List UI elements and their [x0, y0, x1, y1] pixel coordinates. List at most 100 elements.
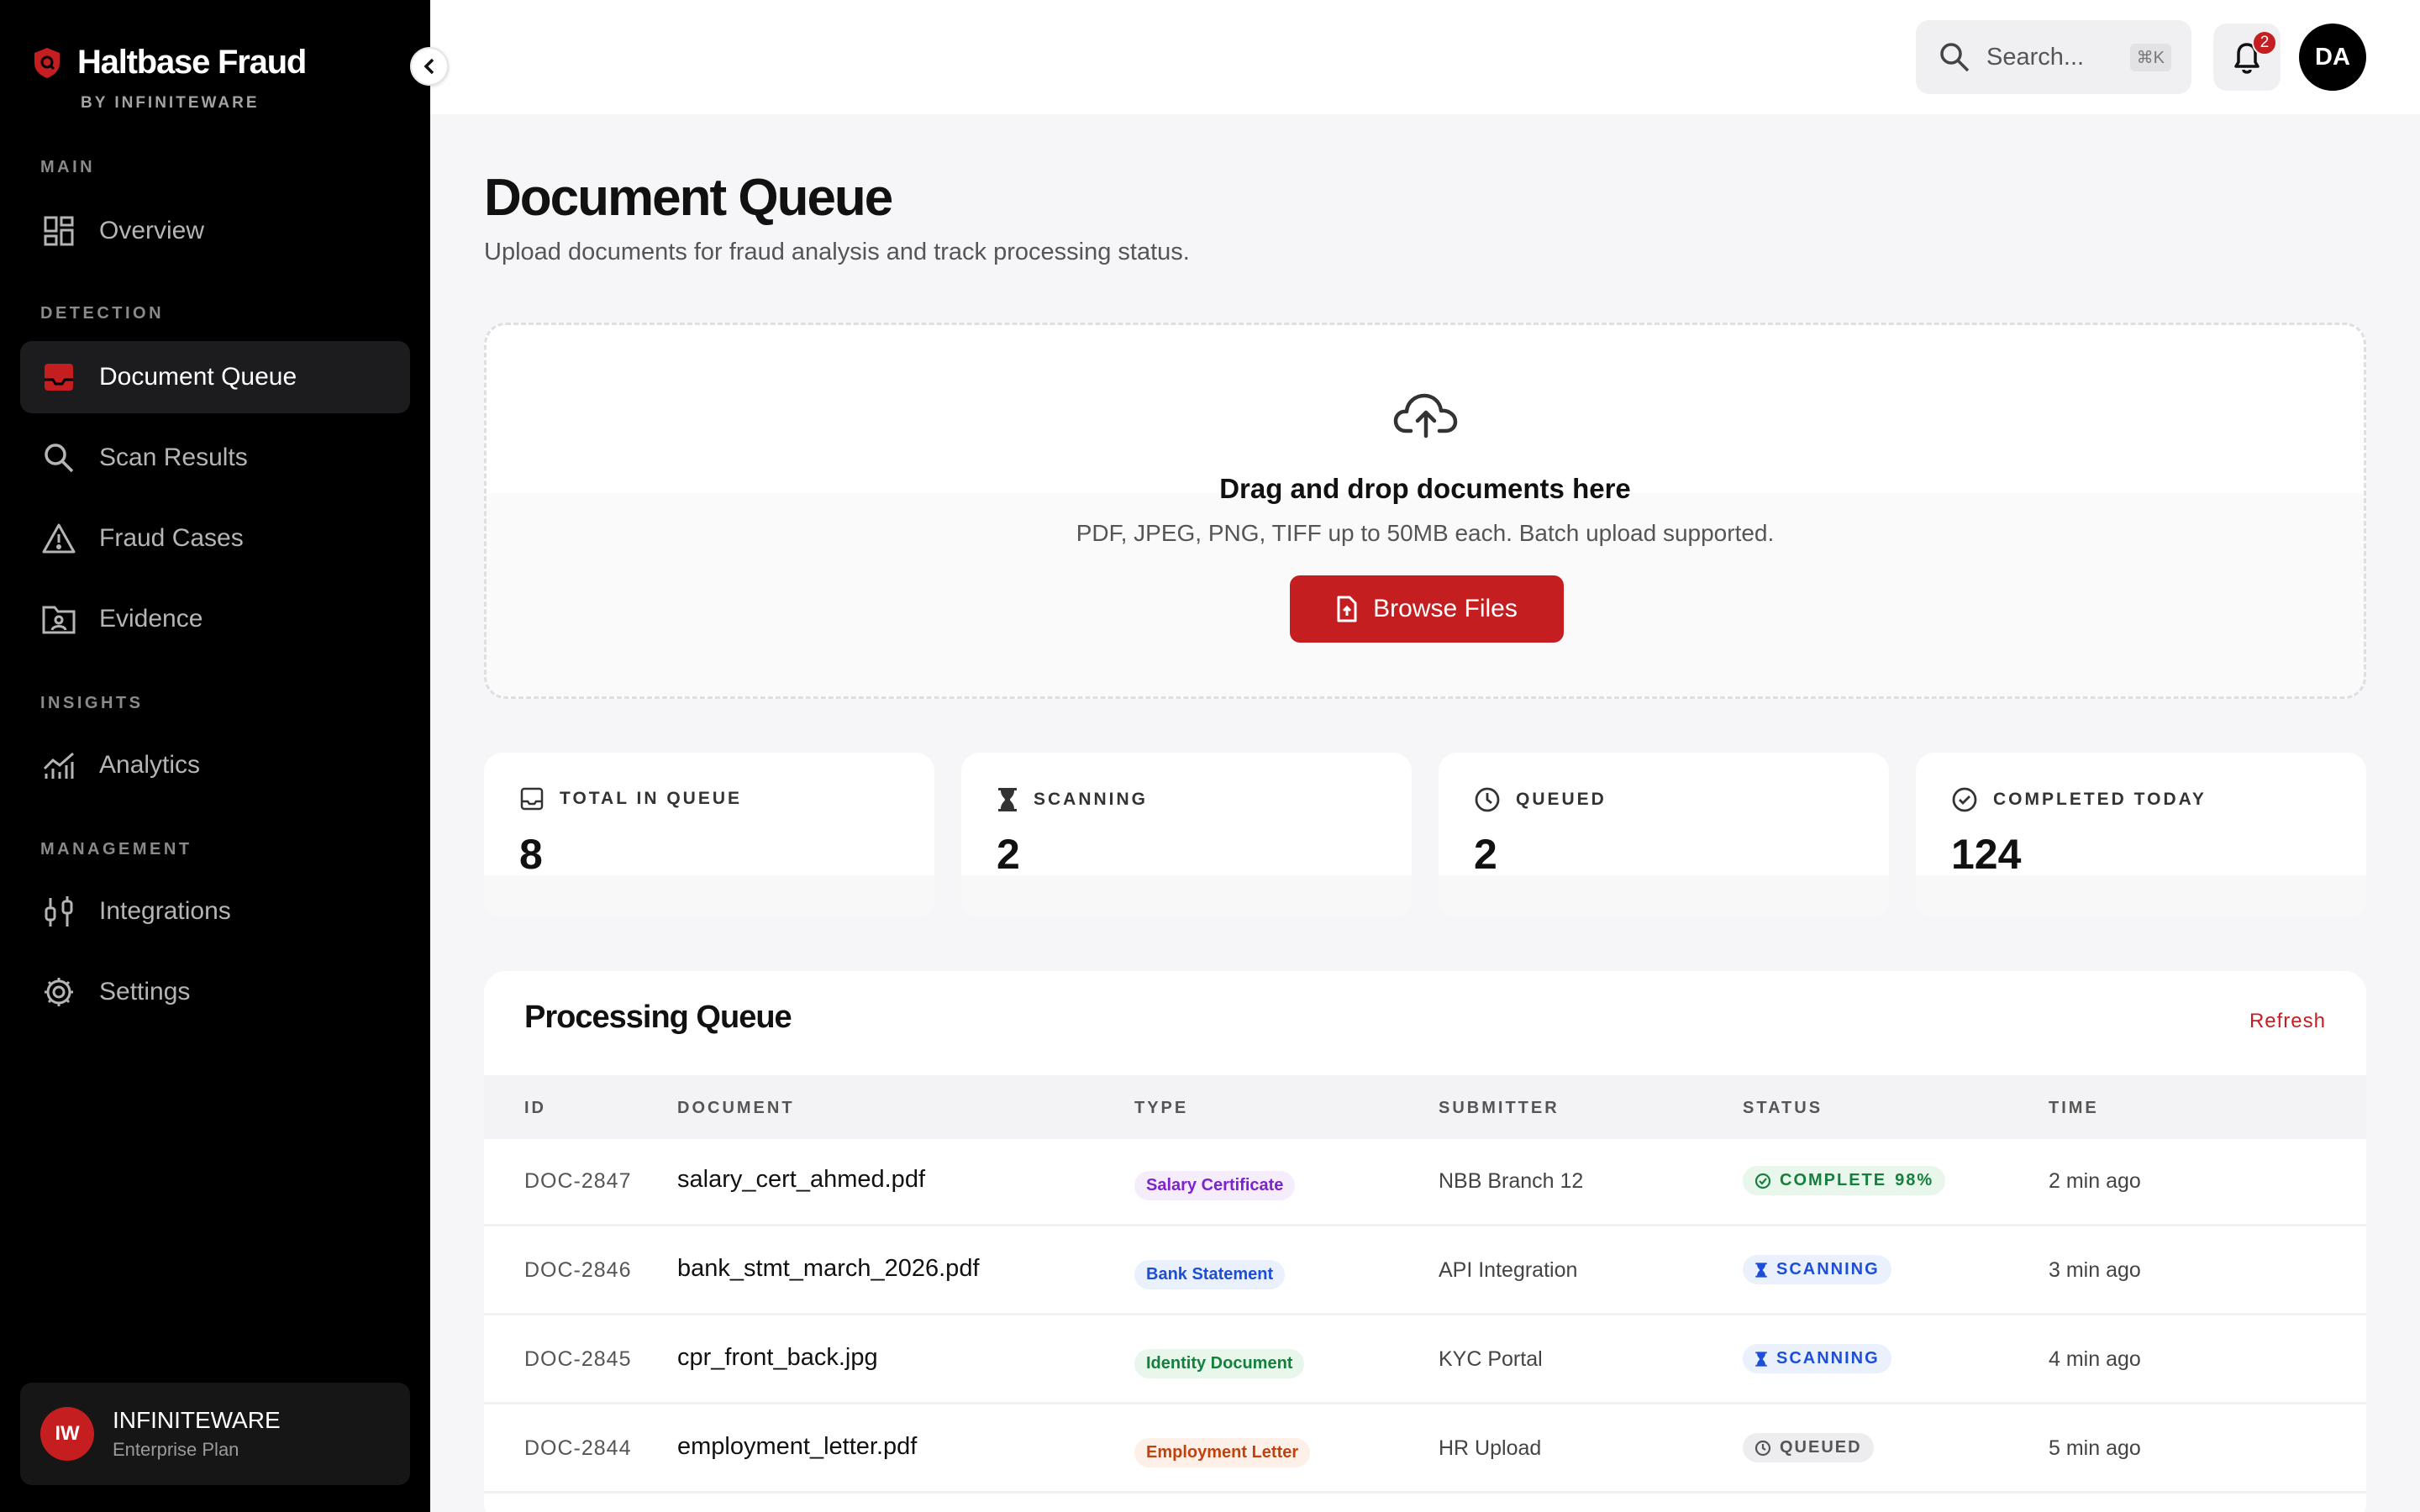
- grid-icon: [42, 214, 76, 248]
- type-badge: Bank Statement: [1134, 1260, 1286, 1289]
- dropzone-subtitle: PDF, JPEG, PNG, TIFF up to 50MB each. Ba…: [1076, 520, 1775, 546]
- sidebar-item-label: Evidence: [99, 605, 203, 633]
- doc-name[interactable]: employment_letter.pdf: [677, 1433, 917, 1461]
- notification-count-badge: 2: [2252, 30, 2277, 55]
- shield-logo-icon: [34, 47, 60, 78]
- time: 4 min ago: [2049, 1347, 2141, 1371]
- search-placeholder: Search...: [1986, 43, 2085, 71]
- hourglass-icon: [1755, 1262, 1767, 1278]
- file-upload-icon: [1337, 596, 1357, 622]
- status-badge: SCANNING: [1743, 1344, 1891, 1373]
- dropzone-title: Drag and drop documents here: [1219, 473, 1631, 504]
- stat-value: 2: [997, 831, 1020, 878]
- doc-id: DOC-2847: [524, 1169, 632, 1193]
- table-row[interactable]: DOC-2846 bank_stmt_march_2026.pdf Bank S…: [484, 1228, 2366, 1315]
- user-avatar[interactable]: DA: [2299, 24, 2366, 91]
- org-switcher[interactable]: IW INFINITEWARE Enterprise Plan: [20, 1383, 410, 1485]
- column-header-time[interactable]: TIME: [2049, 1099, 2099, 1118]
- status-badge: COMPLETE 98%: [1743, 1166, 1946, 1195]
- sidebar-item-analytics[interactable]: Analytics: [20, 729, 410, 801]
- table-row[interactable]: DOC-2845 cpr_front_back.jpg Identity Doc…: [484, 1317, 2366, 1404]
- sidebar-item-settings[interactable]: Settings: [20, 956, 410, 1028]
- inbox-icon: [520, 787, 544, 811]
- status-text: SCANNING: [1776, 1260, 1880, 1278]
- sidebar-item-label: Integrations: [99, 897, 231, 925]
- stat-label: TOTAL IN QUEUE: [560, 789, 743, 808]
- doc-id: DOC-2845: [524, 1347, 632, 1371]
- refresh-button[interactable]: Refresh: [2249, 1010, 2326, 1033]
- stat-label: SCANNING: [1034, 790, 1149, 809]
- stat-value: 124: [1951, 831, 2022, 878]
- section-label-insights: INSIGHTS: [40, 694, 144, 712]
- submitter: API Integration: [1439, 1258, 1578, 1282]
- sidebar-item-integrations[interactable]: Integrations: [20, 875, 410, 948]
- browse-files-button[interactable]: Browse Files: [1290, 575, 1564, 643]
- doc-name[interactable]: cpr_front_back.jpg: [677, 1344, 878, 1372]
- hourglass-icon: [998, 788, 1017, 811]
- column-header-type[interactable]: TYPE: [1134, 1099, 1188, 1118]
- upload-dropzone[interactable]: Drag and drop documents here PDF, JPEG, …: [484, 323, 2366, 699]
- page-subtitle: Upload documents for fraud analysis and …: [484, 239, 1190, 265]
- search-icon: [42, 441, 76, 475]
- stat-label: QUEUED: [1516, 790, 1607, 809]
- column-header-id[interactable]: ID: [524, 1099, 546, 1118]
- status-text: SCANNING: [1776, 1349, 1880, 1368]
- type-badge: Employment Letter: [1134, 1438, 1311, 1467]
- sidebar-item-label: Document Queue: [99, 363, 297, 391]
- section-label-main: MAIN: [40, 158, 96, 176]
- doc-name[interactable]: bank_stmt_march_2026.pdf: [677, 1255, 980, 1283]
- search-shortcut-hint: ⌘K: [2129, 43, 2171, 71]
- table-row[interactable]: DOC-2844 employment_letter.pdf Employmen…: [484, 1406, 2366, 1494]
- sidebar-collapse-button[interactable]: [410, 47, 449, 86]
- clock-icon: [1754, 1440, 1771, 1456]
- sidebar-item-scan-results[interactable]: Scan Results: [20, 422, 410, 494]
- table-header: ID DOCUMENT TYPE SUBMITTER STATUS TIME: [484, 1075, 2366, 1139]
- column-header-document[interactable]: DOCUMENT: [677, 1099, 795, 1118]
- type-badge: Salary Certificate: [1134, 1171, 1296, 1200]
- status-text: COMPLETE: [1780, 1171, 1887, 1189]
- submitter: KYC Portal: [1439, 1347, 1543, 1371]
- sidebar-item-fraud-cases[interactable]: Fraud Cases: [20, 502, 410, 575]
- org-avatar: IW: [40, 1407, 94, 1461]
- browse-files-label: Browse Files: [1373, 595, 1518, 622]
- inbox-icon: [42, 360, 76, 394]
- hourglass-icon: [1755, 1351, 1767, 1367]
- sidebar-item-evidence[interactable]: Evidence: [20, 583, 410, 655]
- page-title: Document Queue: [484, 169, 893, 227]
- warning-icon: [42, 522, 76, 555]
- notifications-button[interactable]: 2: [2213, 24, 2281, 91]
- sidebar-item-document-queue[interactable]: Document Queue: [20, 341, 410, 413]
- time: 2 min ago: [2049, 1169, 2141, 1193]
- brand[interactable]: Haltbase Fraud: [32, 44, 307, 81]
- column-header-status[interactable]: STATUS: [1743, 1099, 1823, 1118]
- sidebar-item-label: Fraud Cases: [99, 524, 244, 552]
- stat-label: COMPLETED TODAY: [1993, 790, 2207, 809]
- search-input[interactable]: Search... ⌘K: [1916, 20, 2191, 94]
- submitter: NBB Branch 12: [1439, 1169, 1584, 1193]
- stat-card-total: TOTAL IN QUEUE 8: [484, 753, 934, 917]
- sidebar-item-label: Analytics: [99, 751, 201, 779]
- section-label-detection: DETECTION: [40, 304, 165, 323]
- brand-subtitle: BY INFINITEWARE: [81, 94, 260, 112]
- table-row[interactable]: DOC-2847 salary_cert_ahmed.pdf Salary Ce…: [484, 1139, 2366, 1226]
- org-name: INFINITEWARE: [113, 1407, 281, 1433]
- check-circle-icon: [1952, 787, 1977, 812]
- processing-queue-card: Processing Queue Refresh ID DOCUMENT TYP…: [484, 971, 2366, 1512]
- status-percent: 98%: [1895, 1171, 1934, 1189]
- sidebar-item-overview[interactable]: Overview: [20, 195, 410, 267]
- card-fold: [961, 875, 1412, 917]
- chevron-left-icon: [424, 58, 434, 75]
- card-fold: [484, 875, 934, 917]
- column-header-submitter[interactable]: SUBMITTER: [1439, 1099, 1560, 1118]
- stat-card-completed: COMPLETED TODAY 124: [1916, 753, 2366, 917]
- stat-value: 8: [519, 831, 543, 878]
- sidebar: Haltbase Fraud BY INFINITEWARE MAIN Over…: [0, 0, 430, 1512]
- folder-user-icon: [42, 602, 76, 636]
- chart-icon: [42, 748, 76, 782]
- time: 5 min ago: [2049, 1436, 2141, 1460]
- doc-name[interactable]: salary_cert_ahmed.pdf: [677, 1166, 925, 1194]
- org-plan: Enterprise Plan: [113, 1439, 239, 1460]
- sidebar-item-label: Overview: [99, 217, 205, 244]
- status-badge: QUEUED: [1743, 1433, 1874, 1462]
- queue-title: Processing Queue: [524, 1000, 792, 1035]
